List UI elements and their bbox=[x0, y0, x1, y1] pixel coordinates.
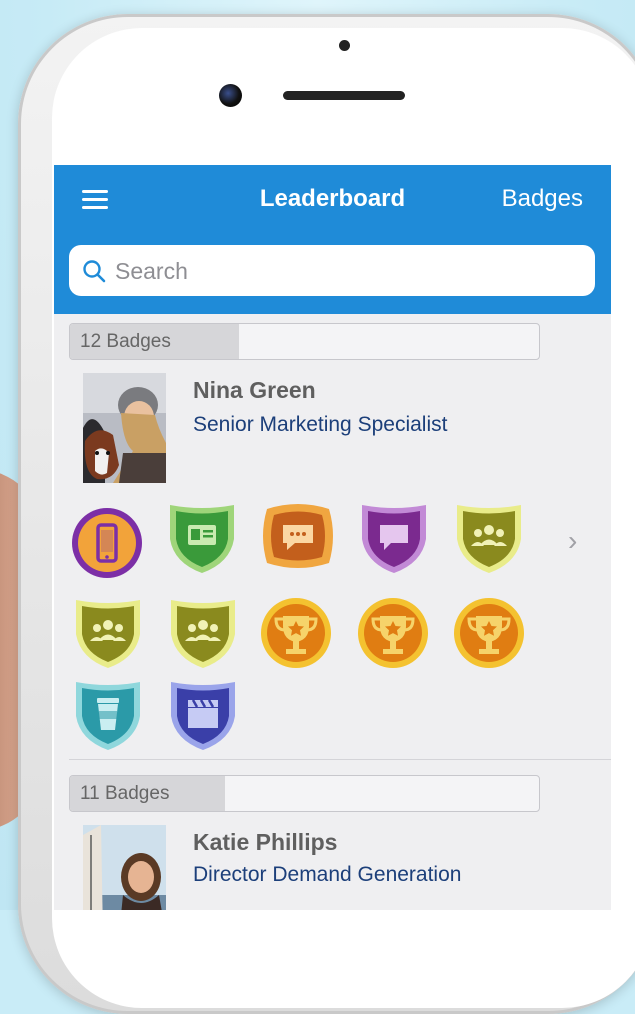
user-title: Senior Marketing Specialist bbox=[193, 413, 448, 436]
entry-divider bbox=[69, 759, 611, 760]
trophy-badge-icon[interactable] bbox=[259, 596, 333, 670]
avatar[interactable] bbox=[83, 373, 166, 483]
chevron-right-icon[interactable]: › bbox=[568, 525, 577, 557]
id-card-badge-icon[interactable] bbox=[165, 501, 239, 575]
team-badge-icon[interactable] bbox=[166, 596, 240, 670]
phone-badge-icon[interactable] bbox=[70, 506, 144, 580]
badge-count-bar: 12 Badges bbox=[69, 323, 540, 360]
badge-count-label: 11 Badges bbox=[80, 783, 170, 804]
search-bar[interactable] bbox=[69, 245, 595, 296]
badges-button[interactable]: Badges bbox=[502, 185, 583, 213]
trophy-badge-icon[interactable] bbox=[356, 596, 430, 670]
front-camera-icon bbox=[219, 84, 242, 107]
chat-plaque-badge-icon[interactable] bbox=[261, 499, 335, 573]
badge-count-bar: 11 Badges bbox=[69, 775, 540, 812]
coffee-badge-icon[interactable] bbox=[71, 678, 145, 752]
trophy-badge-icon[interactable] bbox=[452, 596, 526, 670]
team-badge-icon[interactable] bbox=[71, 596, 145, 670]
search-icon bbox=[83, 260, 106, 283]
avatar[interactable] bbox=[83, 825, 166, 910]
chat-badge-icon[interactable] bbox=[357, 501, 431, 575]
proximity-sensor bbox=[339, 40, 350, 51]
clapperboard-badge-icon[interactable] bbox=[166, 678, 240, 752]
user-name: Nina Green bbox=[193, 377, 316, 403]
badge-count-label: 12 Badges bbox=[80, 331, 171, 352]
user-title: Director Demand Generation bbox=[193, 863, 462, 886]
leaderboard-entry[interactable]: 11 Badges Katie Phillips Director Demand… bbox=[54, 775, 611, 910]
search-input[interactable] bbox=[113, 253, 587, 289]
user-name: Katie Phillips bbox=[193, 829, 338, 855]
leaderboard-entry[interactable]: 12 Badges Nina Green Senior Marketing Sp… bbox=[54, 323, 611, 761]
earpiece-speaker bbox=[283, 91, 405, 100]
app-screen: Leaderboard Badges 12 Badges bbox=[54, 165, 611, 910]
team-badge-icon[interactable] bbox=[452, 501, 526, 575]
nav-bar: Leaderboard Badges bbox=[54, 165, 611, 314]
